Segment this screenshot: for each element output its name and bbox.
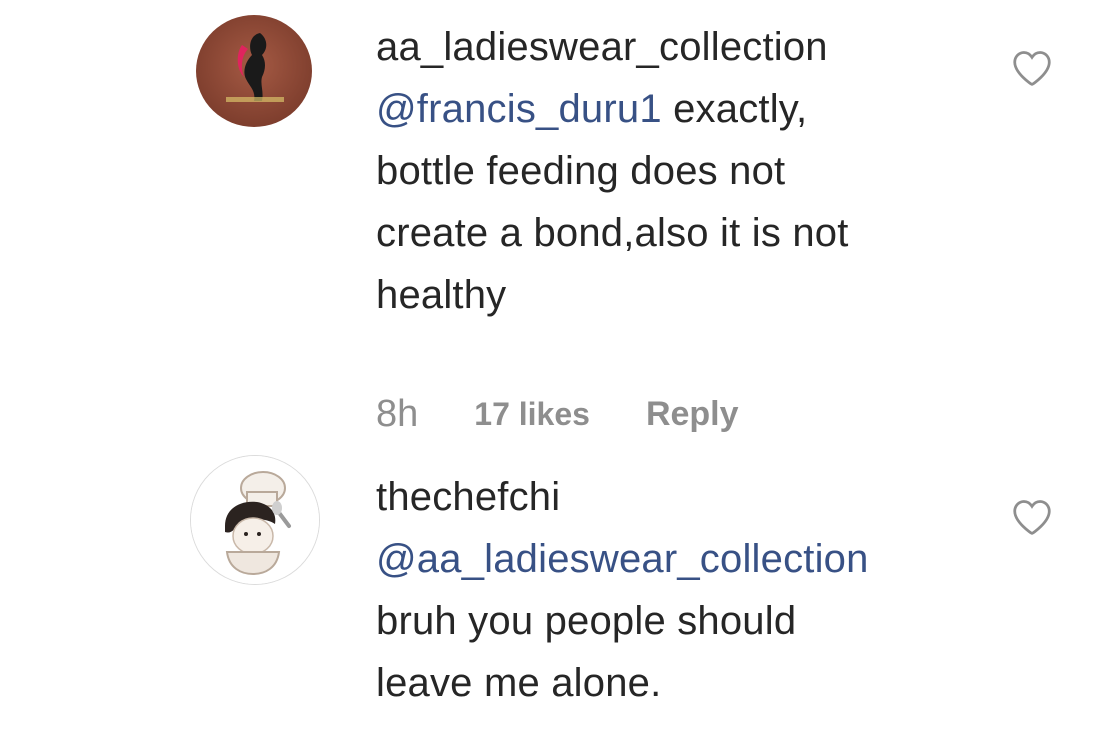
comment-line: create a bond,also it is not — [376, 211, 849, 255]
comment-time: 8h — [376, 392, 419, 435]
comment-line: leave me alone. — [376, 661, 662, 705]
comment-text: @francis_duru1 exactly, bottle feeding d… — [376, 78, 976, 326]
comment-body: thechefchi @aa_ladieswear_collection bru… — [376, 466, 976, 714]
avatar[interactable] — [190, 455, 320, 585]
mention-link[interactable]: @aa_ladieswear_collection — [376, 537, 869, 581]
comment-line: bruh you people should — [376, 599, 797, 643]
comment-line: exactly, — [673, 87, 808, 131]
comment-meta: 8h 17 likes Reply — [376, 388, 739, 440]
heart-outline-icon[interactable] — [1011, 49, 1053, 87]
comment-line: bottle feeding does not — [376, 149, 786, 193]
comment-username[interactable]: thechefchi — [376, 466, 976, 528]
like-count[interactable]: 17 likes — [474, 396, 590, 433]
comment-text: @aa_ladieswear_collection bruh you peopl… — [376, 528, 976, 714]
reply-button[interactable]: Reply — [646, 395, 739, 434]
comment-body: aa_ladieswear_collection @francis_duru1 … — [376, 16, 976, 326]
brand-logo-avatar-icon — [196, 15, 312, 127]
comment-line: healthy — [376, 273, 507, 317]
heart-outline-icon[interactable] — [1011, 498, 1053, 536]
comment-thread: aa_ladieswear_collection @francis_duru1 … — [0, 0, 1120, 747]
mention-link[interactable]: @francis_duru1 — [376, 87, 662, 131]
avatar[interactable] — [196, 15, 312, 127]
chef-avatar-icon — [191, 456, 319, 584]
comment-username[interactable]: aa_ladieswear_collection — [376, 16, 976, 78]
